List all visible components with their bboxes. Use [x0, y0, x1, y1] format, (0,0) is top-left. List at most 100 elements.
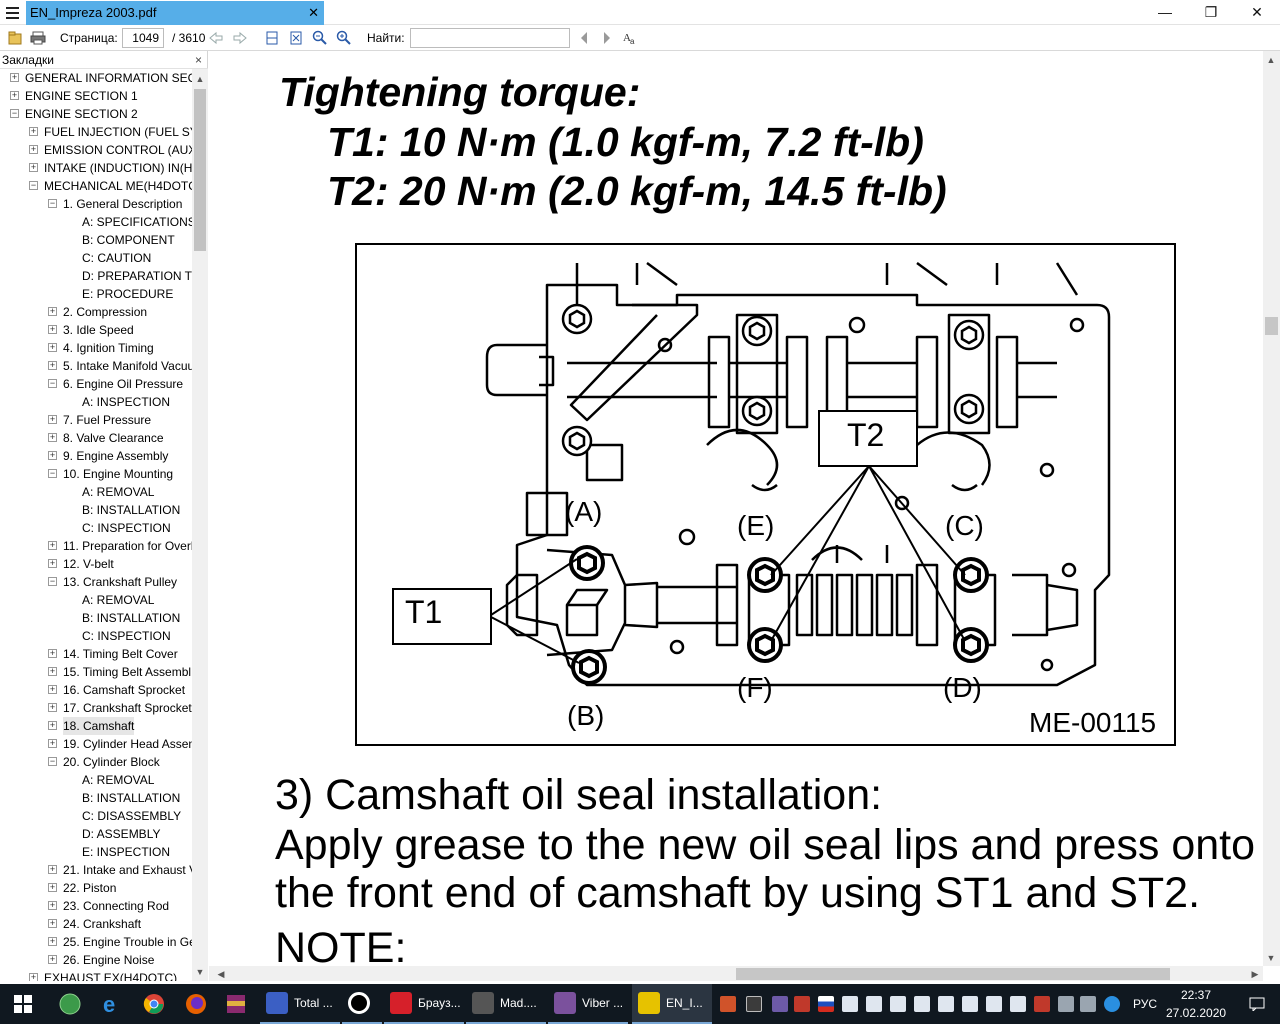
tray-lav-icon[interactable]	[866, 996, 882, 1012]
expand-icon[interactable]: +	[29, 163, 38, 172]
bookmark-item[interactable]: +19. Cylinder Head Assen	[0, 735, 192, 753]
bookmark-item[interactable]: −6. Engine Oil Pressure	[0, 375, 192, 393]
collapse-icon[interactable]: −	[48, 577, 57, 586]
taskbar-app-button[interactable]: Total ...	[260, 984, 340, 1024]
winrar-icon[interactable]	[224, 984, 250, 1024]
bookmarks-scroll-down-icon[interactable]: ▼	[192, 964, 208, 980]
expand-icon[interactable]: +	[48, 721, 57, 730]
print-icon[interactable]	[29, 29, 47, 47]
firefox-icon[interactable]	[184, 984, 210, 1024]
doc-scroll-down-icon[interactable]: ▼	[1264, 951, 1278, 965]
menu-icon[interactable]	[0, 0, 24, 25]
expand-icon[interactable]: +	[48, 559, 57, 568]
bookmark-item[interactable]: C: DISASSEMBLY	[0, 807, 192, 825]
bookmark-item[interactable]: B: INSTALLATION	[0, 501, 192, 519]
bookmark-item[interactable]: +23. Connecting Rod	[0, 897, 192, 915]
expand-icon[interactable]: +	[48, 343, 57, 352]
bookmark-item[interactable]: −13. Crankshaft Pulley	[0, 573, 192, 591]
document-vertical-scrollbar[interactable]	[1263, 51, 1280, 966]
bookmark-item[interactable]: +18. Camshaft	[0, 717, 192, 735]
tray-lav-icon[interactable]	[914, 996, 930, 1012]
tray-lav-icon[interactable]	[1010, 996, 1026, 1012]
expand-icon[interactable]: +	[48, 325, 57, 334]
collapse-icon[interactable]: −	[48, 757, 57, 766]
bookmark-item[interactable]: C: INSPECTION	[0, 519, 192, 537]
bookmark-item[interactable]: +26. Engine Noise	[0, 951, 192, 969]
bookmark-item[interactable]: +24. Crankshaft	[0, 915, 192, 933]
tray-app-icon[interactable]	[720, 996, 736, 1012]
bookmark-item[interactable]: +12. V-belt	[0, 555, 192, 573]
minimize-button[interactable]: —	[1142, 0, 1188, 25]
bookmark-item[interactable]: +4. Ignition Timing	[0, 339, 192, 357]
bookmark-item[interactable]: + ENGINE SECTION 1	[0, 87, 192, 105]
find-next-icon[interactable]	[598, 29, 616, 47]
bookmark-item[interactable]: C: INSPECTION	[0, 627, 192, 645]
volume-icon[interactable]	[1080, 996, 1096, 1012]
taskbar-app-button[interactable]	[342, 984, 382, 1024]
chrome-icon[interactable]	[142, 984, 168, 1024]
bookmark-item[interactable]: A: REMOVAL	[0, 591, 192, 609]
bookmark-item[interactable]: E: PROCEDURE	[0, 285, 192, 303]
find-input[interactable]	[410, 28, 570, 48]
bookmark-item[interactable]: −1. General Description	[0, 195, 192, 213]
internet-explorer-icon[interactable]: e	[100, 984, 126, 1024]
tray-lav-icon[interactable]	[842, 996, 858, 1012]
bookmark-item[interactable]: +22. Piston	[0, 879, 192, 897]
bookmark-item[interactable]: + EMISSION CONTROL (AUX.	[0, 141, 192, 159]
network-icon[interactable]	[1058, 996, 1074, 1012]
tray-lav-icon[interactable]	[890, 996, 906, 1012]
tray-antivirus-icon[interactable]	[1034, 996, 1050, 1012]
expand-icon[interactable]: +	[29, 145, 38, 154]
bookmark-item[interactable]: +14. Timing Belt Cover	[0, 645, 192, 663]
bookmark-item[interactable]: C: CAUTION	[0, 249, 192, 267]
collapse-icon[interactable]: −	[48, 379, 57, 388]
bookmark-item[interactable]: −20. Cylinder Block	[0, 753, 192, 771]
expand-icon[interactable]: +	[29, 973, 38, 981]
bookmark-item[interactable]: A: SPECIFICATIONS	[0, 213, 192, 231]
bookmark-item[interactable]: A: REMOVAL	[0, 483, 192, 501]
bookmark-item[interactable]: B: INSTALLATION	[0, 609, 192, 627]
document-tab[interactable]: EN_Impreza 2003.pdf ✕	[26, 1, 324, 25]
bookmark-item[interactable]: +2. Compression	[0, 303, 192, 321]
zoom-in-icon[interactable]	[335, 29, 353, 47]
expand-icon[interactable]: +	[48, 667, 57, 676]
expand-icon[interactable]: +	[48, 307, 57, 316]
expand-icon[interactable]: +	[48, 919, 57, 928]
page-number-input[interactable]	[122, 28, 164, 48]
bookmark-item[interactable]: +5. Intake Manifold Vacuu	[0, 357, 192, 375]
input-language[interactable]: РУС	[1128, 984, 1162, 1024]
forward-arrow-icon[interactable]	[231, 29, 249, 47]
expand-icon[interactable]: +	[29, 127, 38, 136]
document-horizontal-scroll-thumb[interactable]	[736, 968, 1170, 980]
bookmark-item[interactable]: + EXHAUST EX(H4DOTC)	[0, 969, 192, 981]
expand-icon[interactable]: +	[48, 703, 57, 712]
bookmark-item[interactable]: +3. Idle Speed	[0, 321, 192, 339]
expand-icon[interactable]: +	[10, 73, 19, 82]
taskbar-app-button[interactable]: Брауз...	[384, 984, 464, 1024]
tray-lav-icon[interactable]	[962, 996, 978, 1012]
expand-icon[interactable]: +	[10, 91, 19, 100]
start-button[interactable]	[0, 984, 46, 1024]
bookmark-item[interactable]: D: ASSEMBLY	[0, 825, 192, 843]
fit-width-icon[interactable]	[263, 29, 281, 47]
expand-icon[interactable]: +	[48, 739, 57, 748]
expand-icon[interactable]: +	[48, 685, 57, 694]
doc-scroll-right-icon[interactable]: ▶	[1248, 967, 1262, 981]
bookmark-item[interactable]: +8. Valve Clearance	[0, 429, 192, 447]
close-button[interactable]: ✕	[1234, 0, 1280, 25]
expand-icon[interactable]: +	[48, 649, 57, 658]
bookmark-item[interactable]: + INTAKE (INDUCTION) IN(H4	[0, 159, 192, 177]
find-previous-icon[interactable]	[575, 29, 593, 47]
globe-icon[interactable]	[58, 984, 84, 1024]
expand-icon[interactable]: +	[48, 541, 57, 550]
bookmark-item[interactable]: +9. Engine Assembly	[0, 447, 192, 465]
expand-icon[interactable]: +	[48, 955, 57, 964]
taskbar-app-button[interactable]: Mad....	[466, 984, 546, 1024]
expand-icon[interactable]: +	[48, 937, 57, 946]
zoom-out-icon[interactable]	[311, 29, 329, 47]
fit-page-icon[interactable]	[287, 29, 305, 47]
tray-viber-icon[interactable]	[746, 996, 762, 1012]
notifications-icon[interactable]	[1234, 984, 1280, 1024]
bookmarks-close-icon[interactable]: ×	[195, 51, 202, 69]
bookmark-item[interactable]: B: INSTALLATION	[0, 789, 192, 807]
